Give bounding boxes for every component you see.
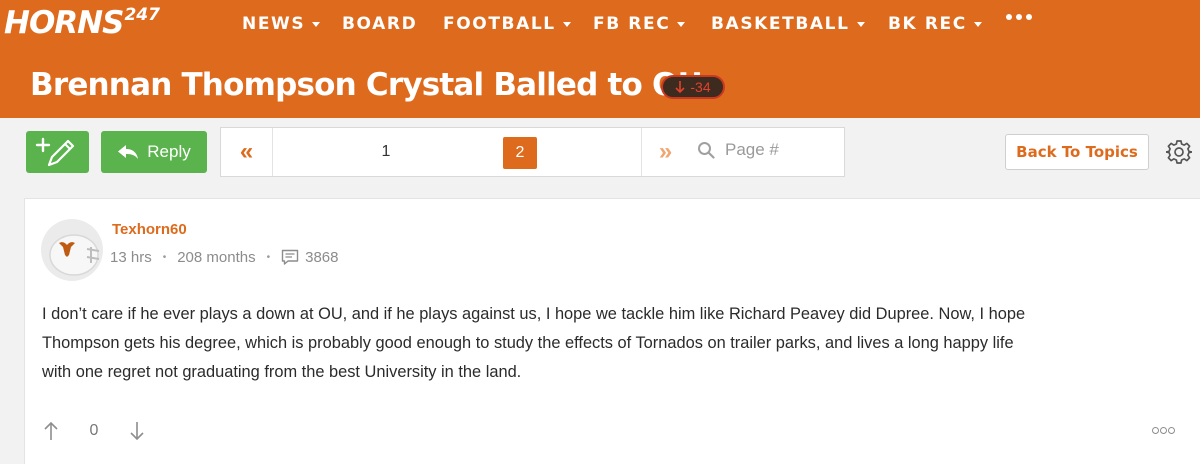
nav-item-bk-rec[interactable]: BK REC (888, 0, 982, 47)
thread-vote-badge: -34 (661, 75, 725, 99)
avatar[interactable] (41, 219, 103, 281)
page-link-2-current[interactable]: 2 (503, 137, 537, 169)
top-nav: HORNS 247 NEWS BOARD FOOTBALL FB REC BAS… (0, 0, 1200, 47)
new-post-button[interactable] (26, 131, 89, 173)
logo-superscript: 247 (124, 5, 160, 25)
post-card: Texhorn60 13 hrs • 208 months • 3868 I d… (24, 198, 1200, 464)
nav-label: NEWS (242, 13, 306, 34)
page-input-placeholder: Page # (725, 140, 779, 159)
nav-label: BK REC (888, 13, 967, 34)
pagination: « 1 2 » Page # (220, 127, 845, 177)
meta-separator: • (266, 252, 271, 263)
caret-down-icon (562, 22, 571, 27)
helmet-avatar-icon (49, 234, 100, 276)
post-line: Thompson gets his degree, which is proba… (42, 334, 1014, 352)
thread-toolbar: Reply « 1 2 » Page # Back To Topics (0, 118, 1200, 188)
reply-button[interactable]: Reply (101, 131, 207, 173)
post-time: 13 hrs (110, 249, 152, 266)
post-vote-controls: 0 (43, 421, 145, 441)
vote-score: -34 (690, 79, 711, 95)
nav-item-fb-rec[interactable]: FB REC (593, 0, 686, 47)
thread-header: Brennan Thompson Crystal Balled to OU -3… (0, 47, 1200, 118)
post-meta: 13 hrs • 208 months • 3868 (110, 249, 339, 266)
member-duration: 208 months (177, 249, 256, 266)
nav-item-news[interactable]: NEWS (242, 0, 321, 47)
page-link-1[interactable]: 1 (376, 141, 396, 163)
arrow-down-icon (675, 81, 685, 94)
caret-down-icon (856, 22, 865, 27)
nav-item-basketball[interactable]: BASKETBALL (711, 0, 865, 47)
nav-label: BOARD (342, 13, 418, 34)
comment-icon (281, 249, 299, 265)
nav-label: BASKETBALL (711, 13, 850, 34)
post-line: I don’t care if he ever plays a down at … (42, 305, 1026, 323)
reply-arrow-icon (118, 145, 139, 159)
nav-item-football[interactable]: FOOTBALL (443, 0, 571, 47)
nav-label: FOOTBALL (443, 13, 556, 34)
ellipsis-icon[interactable] (1006, 14, 1032, 20)
upvote-arrow-icon[interactable] (43, 421, 59, 441)
post-line: with one regret not graduating from the … (42, 363, 522, 381)
search-icon (698, 142, 715, 159)
nav-item-board[interactable]: BOARD (342, 0, 417, 47)
post-vote-count: 0 (89, 422, 99, 439)
nav-label: FB REC (593, 13, 671, 34)
page-title: Brennan Thompson Crystal Balled to OU (30, 67, 703, 103)
meta-separator: • (162, 252, 167, 263)
post-username[interactable]: Texhorn60 (112, 221, 187, 238)
caret-down-icon (312, 22, 321, 27)
back-to-topics-button[interactable]: Back To Topics (1005, 134, 1149, 170)
post-body: I don’t care if he ever plays a down at … (42, 300, 1152, 387)
logo-text: HORNS (4, 5, 124, 41)
caret-down-icon (677, 22, 686, 27)
page-number-input[interactable]: Page # (697, 140, 779, 160)
caret-down-icon (973, 22, 982, 27)
gear-icon[interactable] (1166, 139, 1192, 165)
site-logo[interactable]: HORNS 247 (4, 6, 160, 42)
reply-label: Reply (147, 142, 191, 161)
pencil-plus-icon (35, 137, 75, 167)
post-more-options-icon[interactable] (1152, 427, 1175, 434)
post-count: 3868 (305, 249, 339, 266)
downvote-arrow-icon[interactable] (129, 421, 145, 441)
next-page-button[interactable]: » (641, 128, 689, 176)
prev-page-button[interactable]: « (221, 128, 273, 176)
